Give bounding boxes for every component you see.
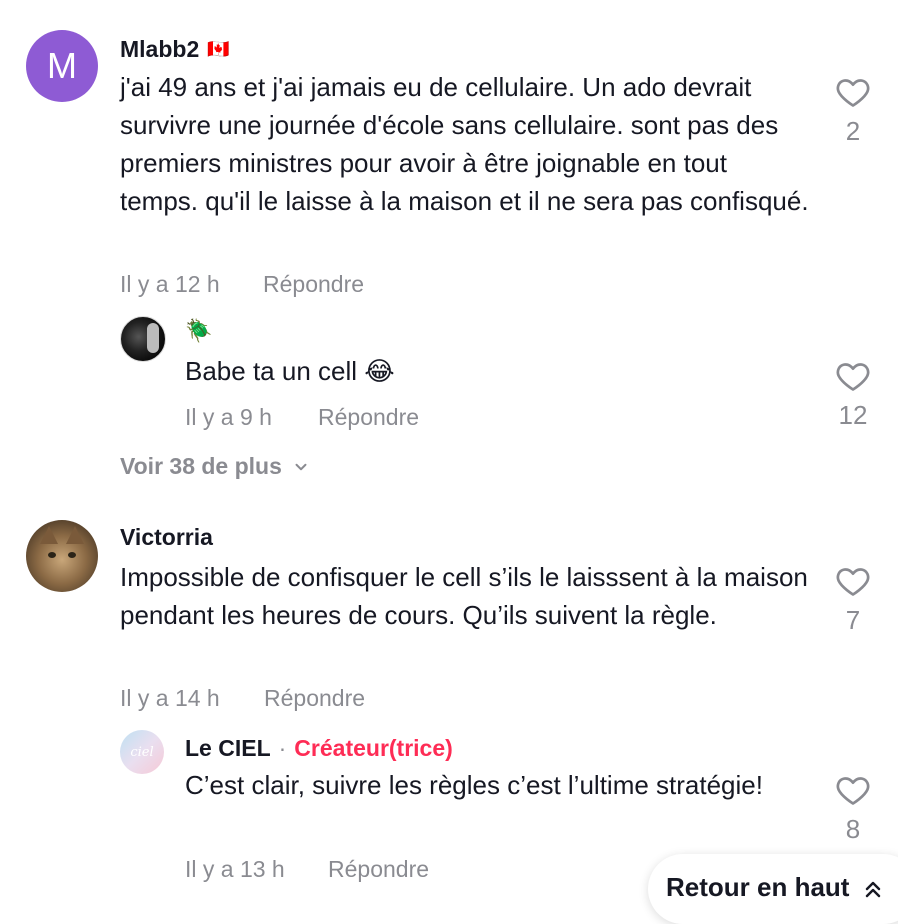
reply-button[interactable]: Répondre xyxy=(263,271,364,298)
back-to-top-button[interactable]: Retour en haut xyxy=(648,854,898,924)
like-count: 12 xyxy=(838,400,868,430)
reply-avatar[interactable] xyxy=(120,316,166,362)
avatar-logo-text: ciel xyxy=(130,744,154,760)
flag-icon: 🇨🇦 xyxy=(207,38,230,59)
heart-icon xyxy=(836,363,870,391)
reply-button[interactable]: Répondre xyxy=(318,404,419,431)
like-count: 2 xyxy=(845,116,861,146)
comment-text: Impossible de confisquer le cell s’ils l… xyxy=(120,562,808,630)
reply-text: C’est clair, suivre les règles c’est l’u… xyxy=(185,770,763,800)
reply-timestamp: Il y a 13 h xyxy=(185,856,285,882)
separator-dot: · xyxy=(278,734,287,761)
heart-icon xyxy=(836,777,870,805)
like-button[interactable]: 7 xyxy=(823,563,883,639)
reply-button[interactable]: Répondre xyxy=(328,856,429,883)
reply-username-emoji[interactable]: 🪲 xyxy=(185,318,212,344)
comment-timestamp: Il y a 12 h xyxy=(120,271,220,297)
comment-header: Mlabb2 🇨🇦 xyxy=(120,34,230,64)
reply-button[interactable]: Répondre xyxy=(264,685,365,712)
reply-timestamp: Il y a 9 h xyxy=(185,404,272,430)
heart-icon xyxy=(836,79,870,107)
heart-icon xyxy=(836,568,870,596)
comment-username[interactable]: Mlabb2 xyxy=(120,36,199,63)
view-more-replies[interactable]: Voir 38 de plus xyxy=(120,453,310,480)
like-button[interactable]: 8 xyxy=(823,772,883,848)
reply-username[interactable]: Le CIEL xyxy=(185,735,271,762)
reply-text: Babe ta un cell 😂 xyxy=(185,356,395,386)
comment-timestamp: Il y a 14 h xyxy=(120,685,220,711)
like-button[interactable]: 12 xyxy=(823,358,883,434)
avatar[interactable]: M xyxy=(26,30,98,102)
like-count: 8 xyxy=(845,814,861,844)
avatar-letter: M xyxy=(47,45,77,86)
comment-username[interactable]: Victorria xyxy=(120,524,213,551)
like-count: 7 xyxy=(845,605,861,635)
chevron-down-icon xyxy=(295,463,307,470)
creator-badge: Créateur(trice) xyxy=(294,734,453,761)
reply-avatar[interactable]: ciel xyxy=(120,730,164,774)
view-more-label: Voir 38 de plus xyxy=(120,453,282,479)
like-button[interactable]: 2 xyxy=(823,74,883,150)
back-to-top-label: Retour en haut xyxy=(666,872,850,902)
comment-text: j'ai 49 ans et j'ai jamais eu de cellula… xyxy=(120,72,809,216)
double-chevron-up-icon xyxy=(866,881,881,898)
avatar[interactable] xyxy=(26,520,98,592)
reply-header: Le CIEL · Créateur(trice) xyxy=(185,733,453,763)
